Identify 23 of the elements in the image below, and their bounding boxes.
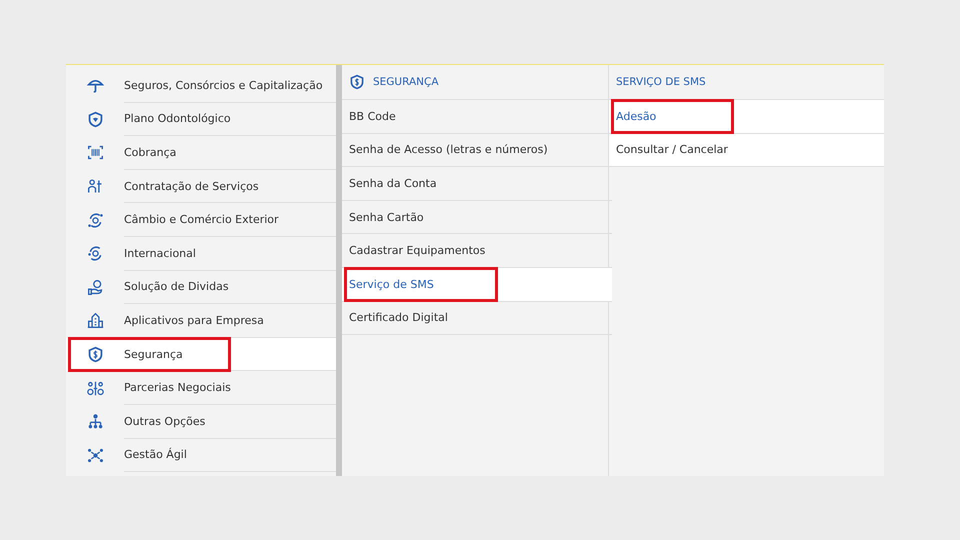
menu-item[interactable]: Consultar / Cancelar [609, 134, 884, 168]
menu-item[interactable]: Serviço de SMS [342, 268, 612, 302]
barcode-icon [86, 144, 104, 162]
hand-coin-icon [86, 278, 104, 296]
exchange-icon [86, 212, 104, 229]
menu-item[interactable]: Senha Cartão [342, 200, 612, 234]
shield-dollar-icon [86, 346, 104, 364]
network-people-icon [86, 380, 104, 397]
umbrella-icon [86, 77, 104, 94]
globe-exchange-icon [86, 245, 104, 262]
submenu-title: SERVIÇO DE SMS [616, 76, 706, 88]
submenu-title: SEGURANÇA [373, 76, 439, 88]
shield-dollar-icon [349, 74, 365, 90]
people-icon [86, 178, 104, 196]
scrollbar[interactable] [336, 65, 342, 476]
shield-icon [86, 110, 104, 128]
menu-item[interactable]: Certificado Digital [342, 302, 612, 336]
menu-item[interactable]: Senha da Conta [342, 167, 612, 201]
buildings-icon [86, 312, 104, 330]
menu-item[interactable]: Segurança [66, 338, 336, 372]
menu-item[interactable]: Adesão [609, 100, 884, 134]
org-chart-icon [86, 413, 104, 430]
connections-icon [86, 446, 104, 464]
